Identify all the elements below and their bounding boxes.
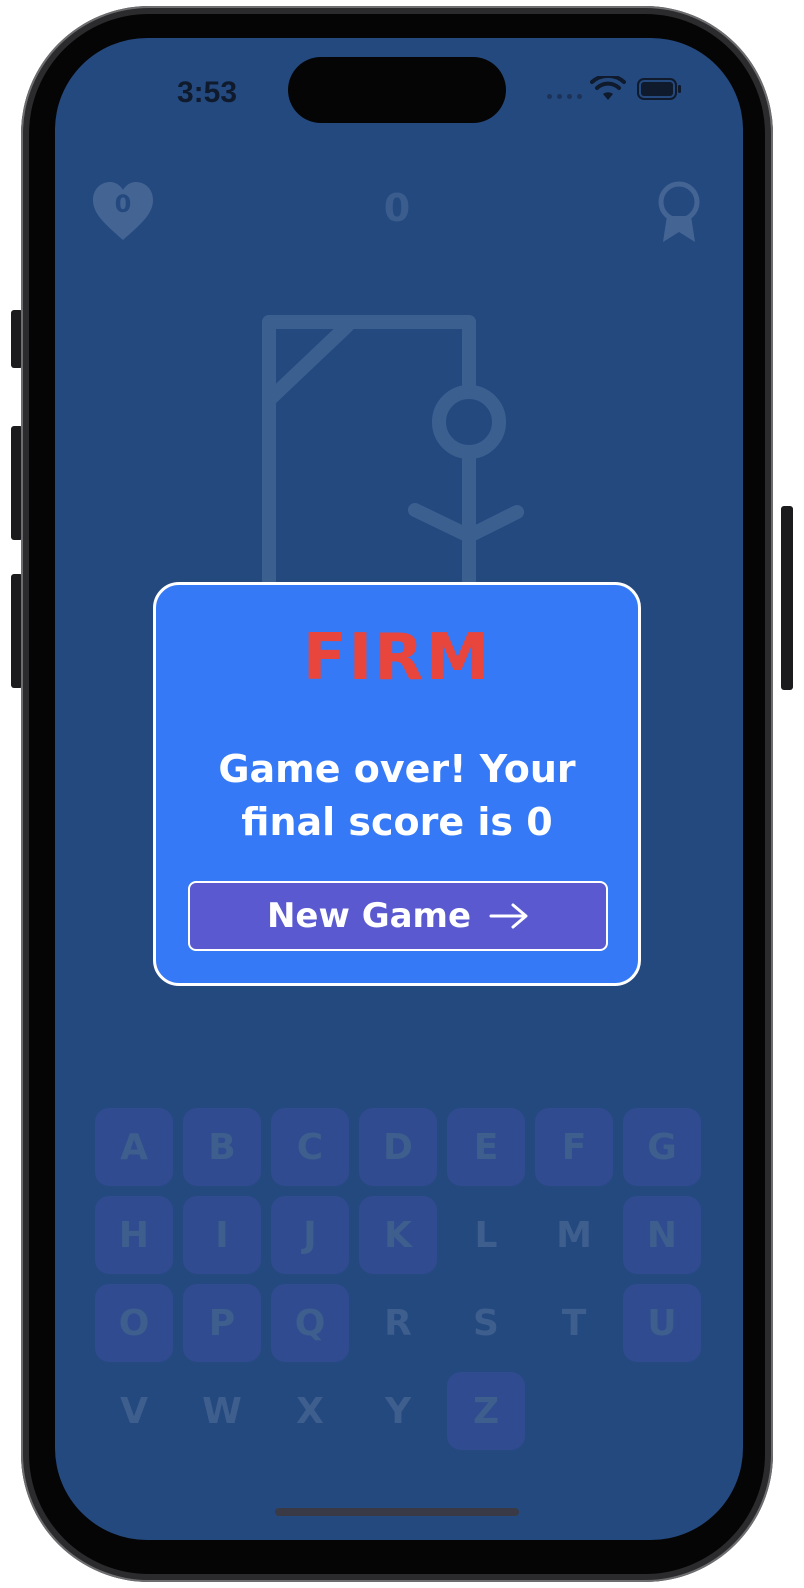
key-l[interactable]: L	[447, 1196, 525, 1274]
battery-icon	[637, 78, 681, 100]
key-k[interactable]: K	[359, 1196, 437, 1274]
wifi-icon	[590, 76, 626, 100]
key-w[interactable]: W	[183, 1372, 261, 1450]
score-value: 0	[383, 186, 411, 230]
key-s[interactable]: S	[447, 1284, 525, 1362]
key-b[interactable]: B	[183, 1108, 261, 1186]
power-button	[781, 506, 793, 690]
key-j[interactable]: J	[271, 1196, 349, 1274]
key-e[interactable]: E	[447, 1108, 525, 1186]
key-h[interactable]: H	[95, 1196, 173, 1274]
key-g[interactable]: G	[623, 1108, 701, 1186]
dynamic-island	[288, 57, 506, 123]
arrow-right-icon	[489, 903, 528, 929]
hangman-figure	[262, 315, 524, 594]
status-time: 3:53	[176, 76, 238, 109]
key-c[interactable]: C	[271, 1108, 349, 1186]
key-a[interactable]: A	[95, 1108, 173, 1186]
award-icon	[658, 181, 700, 242]
key-y[interactable]: Y	[359, 1372, 437, 1450]
key-m[interactable]: M	[535, 1196, 613, 1274]
lives-value: 0	[114, 190, 132, 218]
key-r[interactable]: R	[359, 1284, 437, 1362]
key-v[interactable]: V	[95, 1372, 173, 1450]
key-p[interactable]: P	[183, 1284, 261, 1362]
game-over-modal: FIRM Game over! Your final score is 0 Ne…	[153, 582, 641, 986]
key-n[interactable]: N	[623, 1196, 701, 1274]
new-game-label: New Game	[266, 896, 472, 936]
answer-word: FIRM	[302, 621, 492, 695]
home-indicator[interactable]	[275, 1508, 519, 1516]
key-x[interactable]: X	[271, 1372, 349, 1450]
game-over-message: Game over! Your final score is 0	[218, 747, 576, 844]
key-f[interactable]: F	[535, 1108, 613, 1186]
key-z[interactable]: Z	[447, 1372, 525, 1450]
key-q[interactable]: Q	[271, 1284, 349, 1362]
key-i[interactable]: I	[183, 1196, 261, 1274]
key-t[interactable]: T	[535, 1284, 613, 1362]
game-screen: 3:53 0 0 A B C D E F G H I J K L M N O P…	[55, 38, 743, 1540]
key-o[interactable]: O	[95, 1284, 173, 1362]
new-game-button[interactable]: New Game	[188, 881, 608, 951]
key-u[interactable]: U	[623, 1284, 701, 1362]
cellular-dots-icon	[547, 94, 583, 100]
key-d[interactable]: D	[359, 1108, 437, 1186]
